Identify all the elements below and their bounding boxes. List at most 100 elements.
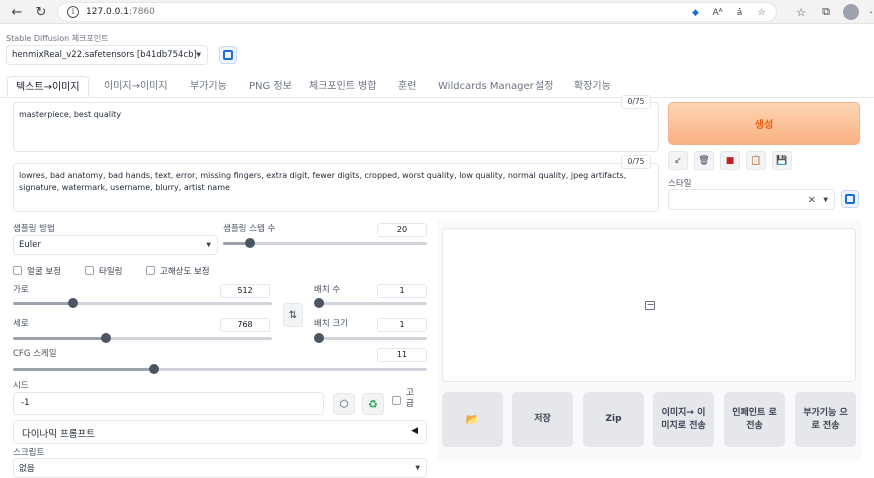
dynamic-prompts-accordion[interactable]: 다이나믹 프롬프트 ◀ (13, 420, 427, 444)
batch-size-slider[interactable] (314, 333, 427, 343)
back-icon[interactable]: ← (8, 3, 26, 21)
clipboard-icon: 📋 (750, 155, 762, 166)
favorites-icon[interactable]: ☆ (793, 3, 809, 21)
width-label: 가로 (13, 285, 29, 295)
swap-dimensions-button[interactable]: ⇅ (283, 303, 303, 327)
checkpoint-refresh-button[interactable] (219, 46, 237, 64)
recycle-icon: ♻ (368, 397, 378, 411)
dynamic-prompts-title: 다이나믹 프롬프트 (22, 429, 95, 440)
batch-count-label: 배치 수 (314, 285, 341, 295)
batch-size-input[interactable]: 1 (377, 318, 427, 332)
swap-icon: ⇅ (288, 309, 298, 321)
folder-icon: 📂 (465, 412, 480, 426)
profile-avatar[interactable] (843, 4, 859, 20)
tab-wildcards-manager[interactable]: Wildcards Manager (438, 76, 534, 98)
sampling-method-dropdown[interactable]: Euler ▼ (13, 235, 218, 255)
checkpoint-label: Stable Diffusion 체크포인트 (6, 34, 109, 43)
tab-checkpoint-merge[interactable]: 체크포인트 병합 (309, 76, 377, 98)
extra-seed-label: 고급 (406, 388, 414, 410)
positive-prompt-input[interactable]: masterpiece, best quality (13, 102, 659, 152)
batch-count-input[interactable]: 1 (377, 284, 427, 298)
negative-prompt-input[interactable]: lowres, bad anatomy, bad hands, text, er… (13, 163, 659, 212)
extra-networks-button[interactable]: ■ (720, 151, 740, 170)
batch-count-slider[interactable] (314, 298, 427, 308)
style-dropdown[interactable]: × ▼ (668, 189, 835, 210)
reuse-seed-button[interactable]: ♻ (362, 393, 384, 415)
more-icon[interactable]: · (868, 3, 874, 21)
tab-txt2img[interactable]: 텍스트→이미지 (7, 76, 89, 98)
tab-img2img[interactable]: 이미지→이미지 (104, 76, 168, 98)
address-bar-icons: ◆ Aᴬ ȧ̇ ☆ (689, 7, 768, 19)
chevron-down-icon: ▼ (415, 464, 420, 472)
batch-size-label: 배치 크기 (314, 319, 348, 329)
main-tabs: 텍스트→이미지 이미지→이미지 부가기능 PNG 정보 체크포인트 병합 훈련 … (0, 76, 874, 98)
site-info-icon[interactable]: i (67, 6, 79, 18)
tab-extensions[interactable]: 확장기능 (574, 76, 611, 98)
tiling-label: 타일링 (99, 267, 123, 277)
tab-settings[interactable]: 설정 (535, 76, 553, 98)
read-params-button[interactable]: ↙ (668, 151, 688, 170)
cfg-scale-label: CFG 스케일 (13, 349, 57, 359)
height-input[interactable]: 768 (220, 318, 270, 332)
trash-icon: 🗑 (698, 155, 710, 166)
tiling-checkbox[interactable] (85, 266, 94, 275)
send-to-img2img-button[interactable]: 이미지→ 이미지로 전송 (653, 392, 714, 447)
tab-divider (0, 97, 874, 98)
collections-icon[interactable]: ⧉ (818, 3, 834, 21)
tab-png-info[interactable]: PNG 정보 (249, 76, 292, 98)
reload-icon[interactable]: ↻ (32, 3, 50, 21)
style-label: 스타일 (668, 179, 692, 189)
face-restore-label: 얼굴 보정 (27, 267, 61, 277)
checkpoint-value: henmixReal_v22.safetensors [b41db754cb] (12, 50, 197, 60)
refresh-icon (223, 50, 233, 60)
seed-input[interactable]: -1 (13, 392, 324, 415)
dice-icon: ⬡ (339, 398, 349, 410)
face-restore-checkbox[interactable] (13, 266, 22, 275)
sampling-steps-slider[interactable] (223, 238, 427, 248)
tab-train[interactable]: 훈련 (398, 76, 416, 98)
apply-style-button[interactable]: 📋 (746, 151, 766, 170)
tab-extras[interactable]: 부가기능 (190, 76, 227, 98)
read-aloud-icon[interactable]: Aᴬ (711, 7, 724, 19)
send-to-inpaint-button[interactable]: 인페인트 로 전송 (724, 392, 785, 447)
translate-icon[interactable]: ȧ̇ (733, 7, 746, 19)
arrow-icon: ↙ (674, 155, 682, 166)
url-text: 127.0.0.1:7860 (86, 7, 155, 17)
hires-fix-checkbox[interactable] (146, 266, 155, 275)
favorite-add-icon[interactable]: ☆ (755, 7, 768, 19)
negative-token-counter: 0/75 (621, 155, 651, 169)
random-seed-button[interactable]: ⬡ (333, 393, 355, 415)
extra-seed-checkbox[interactable] (392, 396, 401, 405)
open-folder-button[interactable]: 📂 (442, 392, 503, 447)
width-slider[interactable] (13, 298, 272, 308)
script-label: 스크립트 (13, 448, 45, 458)
sampling-steps-input[interactable]: 20 (377, 223, 427, 237)
output-gallery (442, 228, 856, 382)
seed-label: 시드 (13, 381, 29, 391)
sampling-method-label: 샘플링 방법 (13, 224, 55, 234)
card-icon: ■ (725, 155, 735, 166)
save-button[interactable]: 저장 (512, 392, 573, 447)
height-slider[interactable] (13, 333, 272, 343)
tag-icon[interactable]: ◆ (689, 7, 702, 19)
zip-button[interactable]: Zip (583, 392, 644, 447)
cfg-scale-slider[interactable] (13, 364, 427, 374)
style-refresh-button[interactable] (841, 190, 859, 208)
script-dropdown[interactable]: 없음 ▼ (13, 458, 427, 478)
clear-icon[interactable]: × (808, 194, 816, 205)
chevron-down-icon: ▼ (196, 51, 201, 59)
checkpoint-dropdown[interactable]: henmixReal_v22.safetensors [b41db754cb] … (6, 45, 208, 65)
save-style-button[interactable]: 💾 (772, 151, 792, 170)
width-input[interactable]: 512 (220, 284, 270, 298)
browser-actions: ☆ ⧉ · (793, 3, 874, 21)
hires-fix-label: 고해상도 보정 (160, 267, 210, 277)
refresh-icon (845, 194, 855, 204)
clear-prompt-button[interactable]: 🗑 (694, 151, 714, 170)
positive-token-counter: 0/75 (621, 95, 651, 109)
send-to-extras-button[interactable]: 부가기능 으로 전송 (795, 392, 856, 447)
address-bar[interactable]: i 127.0.0.1:7860 ◆ Aᴬ ȧ̇ ☆ (57, 2, 777, 22)
generate-button[interactable]: 생성 (668, 102, 860, 145)
cfg-scale-input[interactable]: 11 (377, 348, 427, 362)
chevron-down-icon: ▼ (823, 196, 828, 203)
chevron-down-icon: ▼ (206, 241, 211, 249)
